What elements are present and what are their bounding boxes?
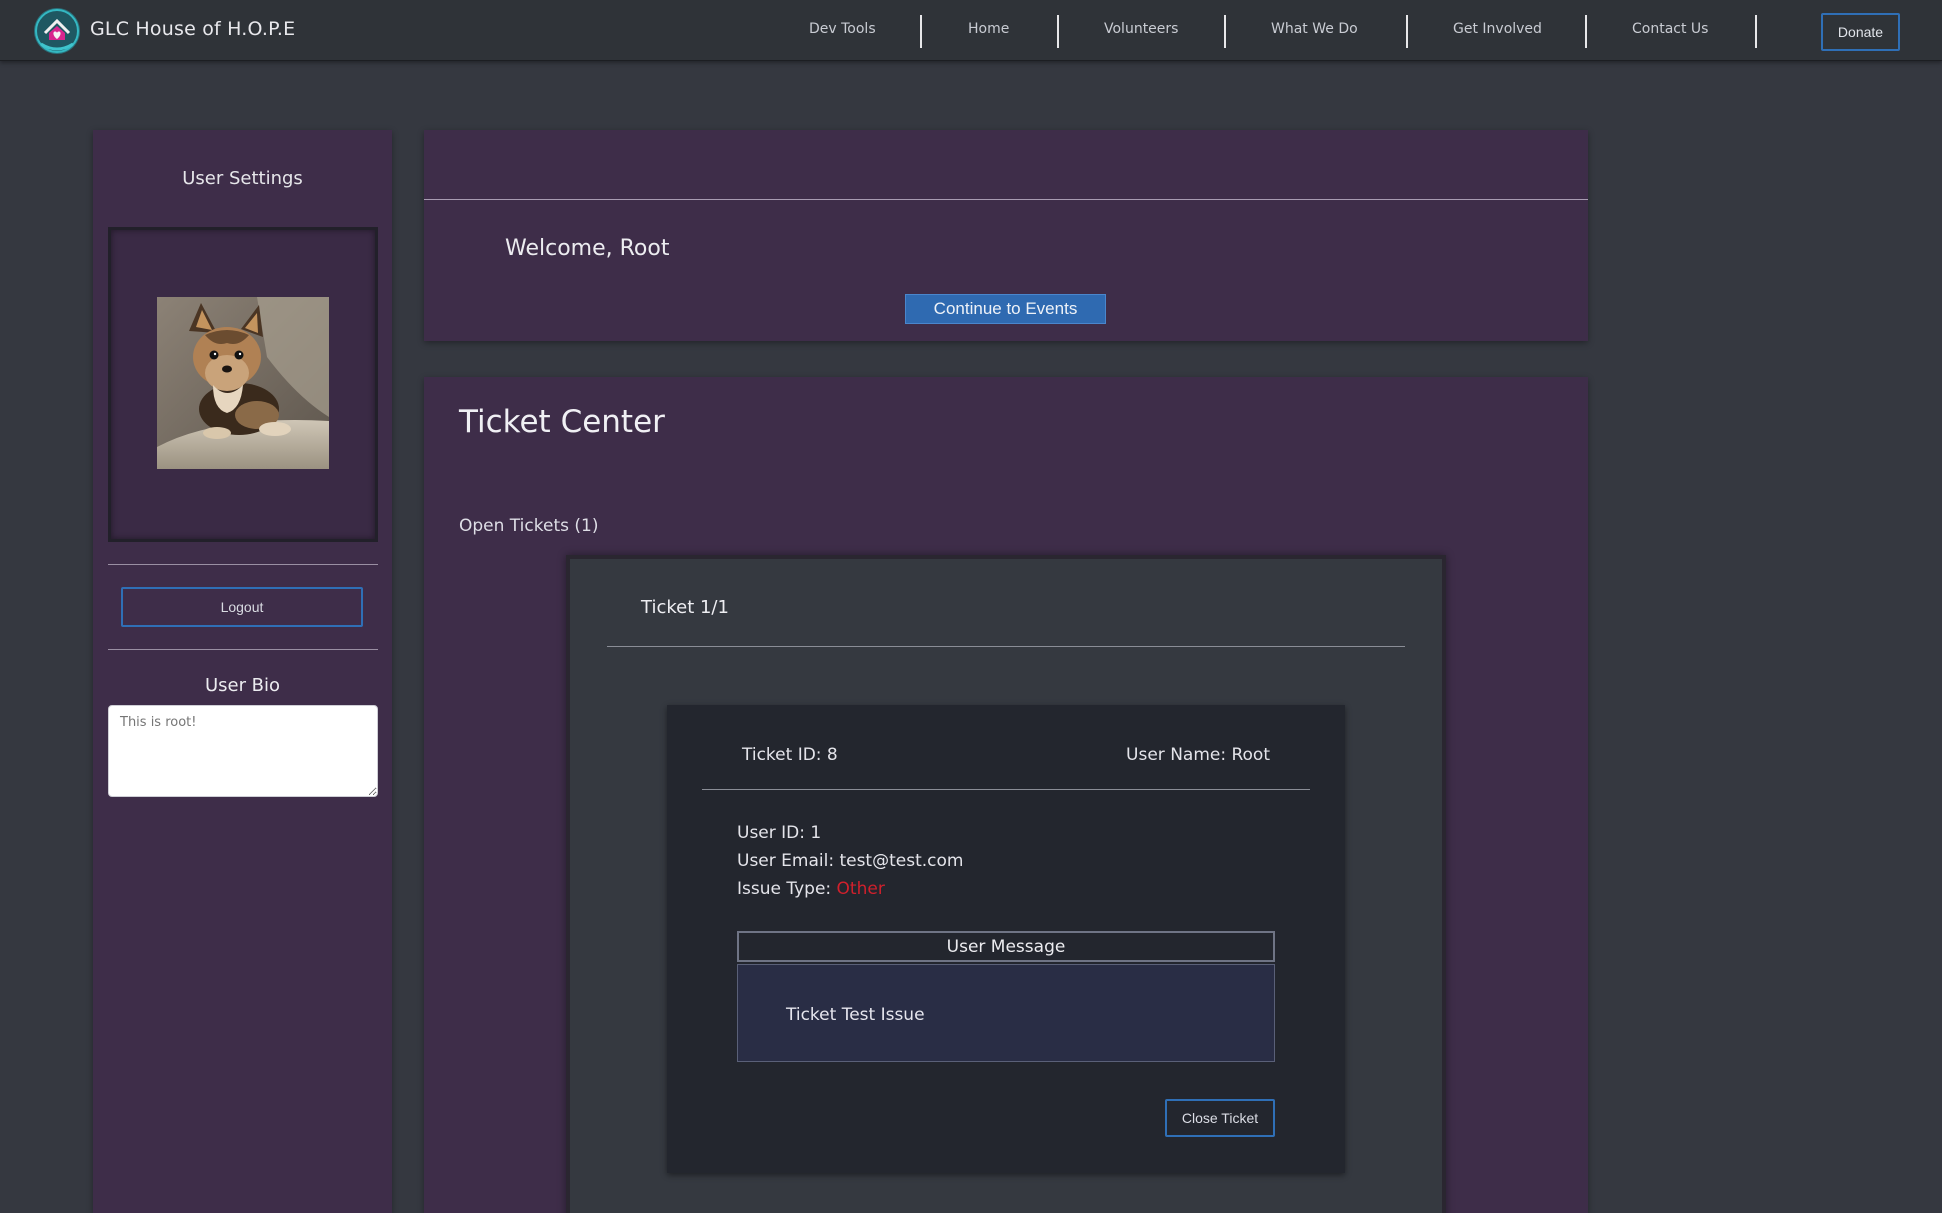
ticket-card-divider xyxy=(702,789,1310,790)
ticket-user-name: User Name: Root xyxy=(1126,745,1270,765)
house-heart-logo-icon[interactable] xyxy=(32,6,82,56)
open-tickets-label: Open Tickets (1) xyxy=(459,516,599,536)
logout-button[interactable]: Logout xyxy=(121,587,363,627)
nav-link-get-involved[interactable]: Get Involved xyxy=(1453,21,1542,37)
nav-separator xyxy=(920,15,922,48)
ticket-user-id: User ID: 1 xyxy=(737,823,822,843)
sidebar-divider xyxy=(108,564,378,565)
nav-link-dev-tools[interactable]: Dev Tools xyxy=(809,21,876,37)
ticket-center-panel: Ticket Center Open Tickets (1) Ticket 1/… xyxy=(424,377,1588,1213)
avatar xyxy=(157,297,329,469)
ticket-divider xyxy=(607,646,1405,647)
donate-button[interactable]: Donate xyxy=(1821,13,1900,51)
nav-link-contact-us[interactable]: Contact Us xyxy=(1632,21,1708,37)
ticket-card: Ticket ID: 8 User Name: Root User ID: 1 … xyxy=(667,705,1345,1173)
user-bio-label: User Bio xyxy=(204,675,281,696)
ticket-issue-type: Issue Type: Other xyxy=(737,879,885,899)
nav-separator xyxy=(1406,15,1408,48)
ticket-user-email: User Email: test@test.com xyxy=(737,851,964,871)
user-settings-title: User Settings xyxy=(182,168,303,189)
user-bio-textarea[interactable] xyxy=(108,705,378,797)
brand-name[interactable]: GLC House of H.O.P.E xyxy=(90,18,295,40)
nav-separator xyxy=(1224,15,1226,48)
ticket-counter: Ticket 1/1 xyxy=(641,597,729,618)
user-message-text: Ticket Test Issue xyxy=(786,1005,925,1025)
welcome-message: Welcome, Root xyxy=(505,236,670,261)
nav-link-what-we-do[interactable]: What We Do xyxy=(1271,21,1358,37)
sidebar-divider xyxy=(108,649,378,650)
nav-separator xyxy=(1585,15,1587,48)
issue-type-value: Other xyxy=(836,879,885,899)
nav-link-volunteers[interactable]: Volunteers xyxy=(1104,21,1178,37)
continue-to-events-button[interactable]: Continue to Events xyxy=(905,294,1106,324)
nav-separator xyxy=(1755,15,1757,48)
ticket-id: Ticket ID: 8 xyxy=(742,745,838,765)
ticket-container: Ticket 1/1 Ticket ID: 8 User Name: Root … xyxy=(570,559,1442,1213)
user-message-box: Ticket Test Issue xyxy=(737,964,1275,1062)
close-ticket-button[interactable]: Close Ticket xyxy=(1165,1099,1275,1137)
welcome-divider xyxy=(424,199,1588,200)
top-navbar: GLC House of H.O.P.E Dev Tools Home Volu… xyxy=(0,0,1942,61)
issue-type-label: Issue Type: xyxy=(737,879,832,899)
user-settings-sidebar: User Settings Logout User Bio This is ro… xyxy=(93,130,392,1213)
nav-link-home[interactable]: Home xyxy=(968,21,1009,37)
nav-separator xyxy=(1057,15,1059,48)
user-message-header: User Message xyxy=(737,931,1275,962)
avatar-frame xyxy=(108,227,378,542)
welcome-panel: Welcome, Root Continue to Events xyxy=(424,130,1588,341)
ticket-center-title: Ticket Center xyxy=(459,404,665,440)
